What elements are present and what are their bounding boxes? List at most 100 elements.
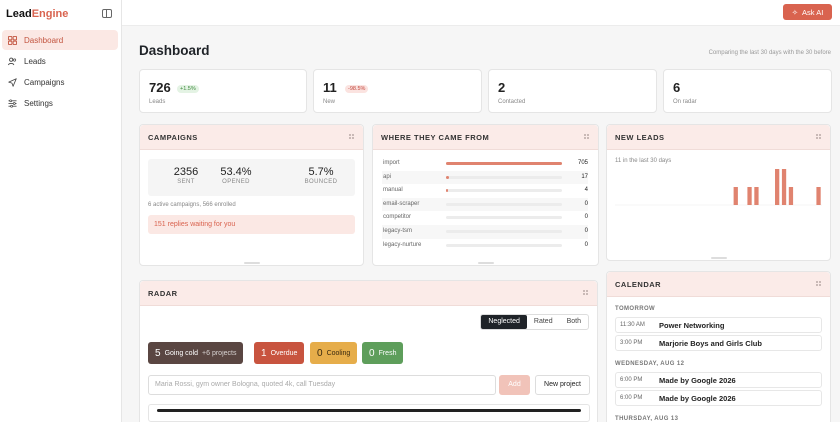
pill-label: Fresh: [378, 349, 397, 357]
quick-add-input[interactable]: Maria Rossi, gym owner Bologna, quoted 4…: [148, 375, 496, 395]
sidebar-item-label: Dashboard: [24, 35, 64, 45]
calendar-day-heading: WEDNESDAY, AUG 12: [615, 361, 685, 367]
source-count: 0: [584, 241, 588, 248]
panel-title: WHERE THEY CAME FROM: [381, 133, 490, 142]
chart-bar: [816, 187, 821, 205]
resize-handle[interactable]: [477, 262, 494, 264]
pill-extra: +6 projects: [202, 349, 237, 357]
source-row: import 705: [382, 157, 588, 171]
resize-handle[interactable]: [710, 257, 727, 259]
fresh-pill[interactable]: 0 Fresh: [362, 342, 404, 364]
source-name: api: [383, 173, 392, 180]
source-count: 0: [584, 228, 588, 234]
trend-badge: -98.5%: [345, 85, 369, 93]
calendar-event[interactable]: 3:00 PM Marjorie Boys and Girls Club: [615, 335, 822, 351]
drag-handle-icon[interactable]: [816, 281, 822, 287]
top-bar: ✧ Ask AI: [122, 0, 840, 26]
sidebar-item-campaigns[interactable]: Campaigns: [2, 72, 118, 92]
going-cold-pill[interactable]: 5 Going cold +6 projects: [148, 342, 244, 364]
tab-rated[interactable]: Rated: [527, 315, 560, 329]
sidebar-item-settings[interactable]: Settings: [2, 93, 118, 113]
brand-logo[interactable]: LeadEngine: [6, 8, 68, 20]
sidebar-item-label: Settings: [24, 98, 53, 108]
new-leads-subtitle: 11 in the last 30 days: [615, 158, 672, 164]
calendar-event[interactable]: 6:00 PM Made by Google 2026: [615, 372, 822, 388]
source-name: competitor: [383, 214, 412, 221]
add-button[interactable]: Add: [499, 375, 530, 395]
bounced-label: BOUNCED: [304, 179, 338, 185]
source-row: legacy-tsm 0: [382, 225, 588, 239]
source-bar: [446, 175, 449, 179]
stat-card-on-radar: 6 On radar: [663, 69, 832, 113]
resize-handle[interactable]: [243, 262, 260, 264]
radar-progress-bar: [157, 409, 581, 412]
event-name: Marjorie Boys and Girls Club: [659, 339, 762, 348]
drag-handle-icon[interactable]: [583, 290, 589, 296]
sidebar-item-label: Leads: [24, 56, 46, 66]
source-count: 4: [584, 187, 588, 194]
sidebar-item-leads[interactable]: Leads: [2, 51, 118, 71]
sent-stat: 2356 SENT: [171, 166, 201, 185]
pill-label: Going cold: [164, 349, 199, 357]
stat-value: 726: [149, 80, 171, 95]
campaign-stats: 2356 SENT 53.4% OPENED 5.7% BOUNCED: [148, 159, 355, 196]
pill-count: 0: [369, 347, 375, 359]
chart-bar: [781, 169, 787, 205]
page-title: Dashboard: [139, 43, 210, 58]
source-name: legacy-tsm: [383, 228, 413, 234]
event-name: Made by Google 2026: [659, 376, 736, 385]
comparison-note: Comparing the last 30 days with the 30 b…: [708, 50, 831, 56]
event-time: 6:00 PM: [620, 377, 643, 383]
send-icon: [8, 77, 17, 87]
drag-handle-icon[interactable]: [584, 134, 590, 140]
calendar-event[interactable]: 6:00 PM Made by Google 2026: [615, 390, 822, 406]
source-row: legacy-nurture 0: [382, 239, 588, 253]
sidebar-nav: Dashboard Leads Campaigns Settings: [2, 30, 118, 114]
collapse-sidebar-icon[interactable]: [102, 9, 112, 18]
stat-value: 11: [323, 80, 337, 95]
tab-both[interactable]: Both: [560, 315, 588, 329]
pill-label: Overdue: [270, 349, 298, 357]
stat-card-contacted: 2 Contacted: [488, 69, 657, 113]
dashboard-icon: [8, 35, 17, 45]
stat-label: On radar: [673, 99, 697, 105]
drag-handle-icon[interactable]: [349, 134, 355, 140]
new-leads-panel: NEW LEADS 11 in the last 30 days: [606, 124, 831, 261]
stat-card-new: 11 -98.5% New: [313, 69, 482, 113]
stat-label: New: [323, 99, 336, 105]
drag-handle-icon[interactable]: [816, 134, 822, 140]
opened-label: OPENED: [222, 179, 250, 185]
panel-header: CALENDAR: [607, 272, 830, 297]
calendar-event[interactable]: 11:30 AM Power Networking: [615, 317, 822, 333]
bounced-stat: 5.7% BOUNCED: [303, 166, 339, 185]
ask-ai-button[interactable]: ✧ Ask AI: [783, 4, 832, 20]
source-bar-track: [446, 189, 562, 193]
cooling-pill[interactable]: 0 Cooling: [310, 342, 358, 364]
source-name: legacy-nurture: [383, 241, 422, 248]
chart-bar: [788, 187, 794, 205]
overdue-pill[interactable]: 1 Overdue: [254, 342, 305, 364]
source-name: import: [383, 160, 400, 166]
source-name: manual: [383, 187, 403, 194]
sliders-icon: [8, 98, 17, 108]
replies-waiting-banner[interactable]: 151 replies waiting for you: [148, 215, 355, 234]
campaign-note: 6 active campaigns, 566 enrolled: [148, 202, 236, 208]
panel-header: NEW LEADS: [607, 125, 830, 150]
source-row: api 17: [382, 170, 588, 185]
new-leads-bar-chart: [615, 169, 822, 206]
source-row: competitor 0: [382, 211, 588, 225]
trend-badge: +1.5%: [177, 85, 199, 93]
sidebar-item-dashboard[interactable]: Dashboard: [2, 30, 118, 50]
source-count: 705: [577, 160, 588, 166]
panel-title: RADAR: [148, 289, 178, 298]
tab-neglected[interactable]: Neglected: [481, 315, 527, 329]
new-project-button[interactable]: New project: [535, 375, 590, 395]
source-bar-track: [446, 216, 562, 220]
event-name: Power Networking: [659, 321, 725, 330]
opened-value: 53.4%: [220, 166, 252, 178]
opened-stat: 53.4% OPENED: [218, 166, 254, 185]
brand-part-1: Lead: [6, 8, 32, 20]
calendar-panel: CALENDAR TOMORROW 11:30 AM Power Network…: [606, 271, 831, 422]
bounced-value: 5.7%: [308, 166, 334, 178]
campaigns-panel: CAMPAIGNS 2356 SENT 53.4% OPENED 5.7% BO…: [139, 124, 364, 266]
